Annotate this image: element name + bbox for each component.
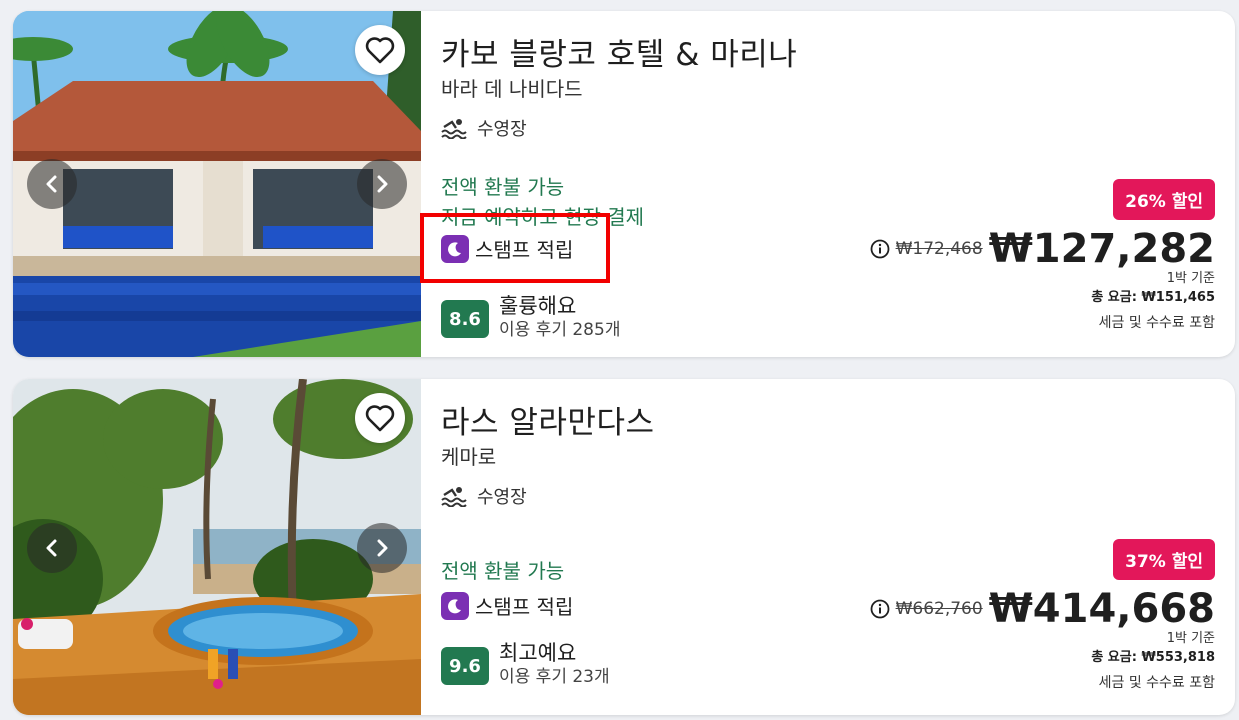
previous-photo-button[interactable] [27,159,77,209]
review-count: 이용 후기 23개 [499,667,610,687]
hotel-location: 케마로 [441,445,497,469]
chevron-right-icon [377,175,388,193]
highlight-box [420,213,610,283]
rating-score: 8.6 [441,300,489,338]
stamp-reward: 스탬프 적립 [441,591,573,620]
amenity-label: 수영장 [477,119,527,140]
guest-rating: 8.6 훌륭해요 이용 후기 285개 [441,294,620,342]
price-block: 26% 할인 ₩172,468 ₩127,282 1박 기준 총 요금: ₩15… [870,179,1215,336]
previous-photo-button[interactable] [27,523,77,573]
chevron-left-icon [46,175,57,193]
guest-rating: 9.6 최고예요 이용 후기 23개 [441,641,610,689]
hotel-info: 라스 알라만다스 케마로 수영장 전액 환불 가능 스탬프 적립 9.6 최고예… [441,379,1235,715]
amenity-label: 수영장 [477,487,527,508]
hotel-photo-gallery[interactable] [13,379,421,715]
original-price: ₩172,468 [895,239,983,259]
taxes-note: 세금 및 수수료 포함 [1098,675,1215,691]
favorite-button[interactable] [355,25,405,75]
moon-stamp-icon [441,591,469,620]
taxes-note: 세금 및 수수료 포함 [1098,315,1215,331]
current-price: ₩127,282 [988,226,1215,272]
amenity: 수영장 [441,115,527,141]
total-price: 총 요금: ₩151,465 [1091,290,1215,305]
hotel-name[interactable]: 카보 블랑코 호텔 & 마리나 [441,29,797,74]
chevron-right-icon [377,539,388,557]
discount-badge: 26% 할인 [1113,179,1215,220]
pool-icon [441,487,467,507]
hotel-location: 바라 데 나비다드 [441,77,583,101]
total-price: 총 요금: ₩553,818 [1091,650,1215,665]
pool-icon [441,119,467,139]
next-photo-button[interactable] [357,523,407,573]
hotel-info: 카보 블랑코 호텔 & 마리나 바라 데 나비다드 수영장 전액 환불 가능 지… [441,11,1235,357]
review-count: 이용 후기 285개 [499,320,621,340]
hotel-card[interactable]: 라스 알라만다스 케마로 수영장 전액 환불 가능 스탬프 적립 9.6 최고예… [13,379,1235,715]
original-price: ₩662,760 [895,599,983,619]
heart-icon [365,405,395,432]
heart-icon [365,37,395,64]
rating-score: 9.6 [441,647,489,685]
hotel-photo-gallery[interactable] [13,11,421,357]
info-icon[interactable] [870,599,890,619]
hotel-card[interactable]: 카보 블랑코 호텔 & 마리나 바라 데 나비다드 수영장 전액 환불 가능 지… [13,11,1235,357]
stamp-label: 스탬프 적립 [475,595,574,619]
chevron-left-icon [46,539,57,557]
favorite-button[interactable] [355,393,405,443]
info-icon[interactable] [870,239,890,259]
refund-policy: 전액 환불 가능 [441,175,565,199]
current-price: ₩414,668 [988,586,1215,632]
price-per-night: 1박 기준 [1166,271,1215,286]
rating-word: 최고예요 [499,641,577,665]
hotel-name[interactable]: 라스 알라만다스 [441,397,655,442]
refund-policy: 전액 환불 가능 [441,559,565,583]
next-photo-button[interactable] [357,159,407,209]
price-block: 37% 할인 ₩662,760 ₩414,668 1박 기준 총 요금: ₩55… [870,539,1215,696]
amenity: 수영장 [441,483,527,509]
price-per-night: 1박 기준 [1166,631,1215,646]
discount-badge: 37% 할인 [1113,539,1215,580]
rating-word: 훌륭해요 [499,294,577,318]
